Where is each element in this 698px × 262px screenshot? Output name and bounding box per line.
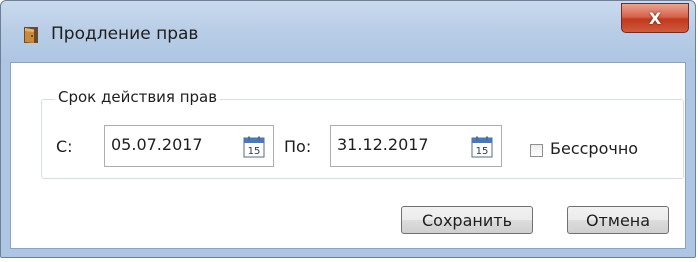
window-title: Продление прав	[51, 24, 199, 44]
close-icon: X	[648, 8, 662, 28]
cancel-button[interactable]: Отмена	[567, 206, 669, 234]
from-date-picker[interactable]: 05.07.2017 15	[104, 125, 274, 167]
door-icon	[24, 27, 38, 43]
to-date-value[interactable]: 31.12.2017	[337, 135, 429, 154]
calendar-icon[interactable]: 15	[471, 136, 493, 158]
to-date-picker[interactable]: 31.12.2017 15	[330, 125, 502, 167]
close-button[interactable]: X	[621, 3, 689, 33]
title-bar[interactable]: Продление прав X	[1, 1, 695, 61]
dialog-content: Срок действия прав С: 05.07.2017 15 По: …	[10, 62, 686, 249]
calendar-day: 15	[476, 146, 489, 157]
to-label: По:	[284, 137, 312, 156]
calendar-day: 15	[248, 146, 261, 157]
unlimited-label[interactable]: Бессрочно	[550, 139, 638, 158]
dialog-window: Продление прав X Срок действия прав С: 0…	[0, 0, 696, 258]
save-button[interactable]: Сохранить	[401, 206, 533, 234]
from-date-value[interactable]: 05.07.2017	[111, 135, 203, 154]
group-label: Срок действия прав	[55, 88, 221, 106]
calendar-icon[interactable]: 15	[243, 136, 265, 158]
from-label: С:	[56, 137, 73, 156]
unlimited-checkbox[interactable]	[530, 144, 543, 157]
